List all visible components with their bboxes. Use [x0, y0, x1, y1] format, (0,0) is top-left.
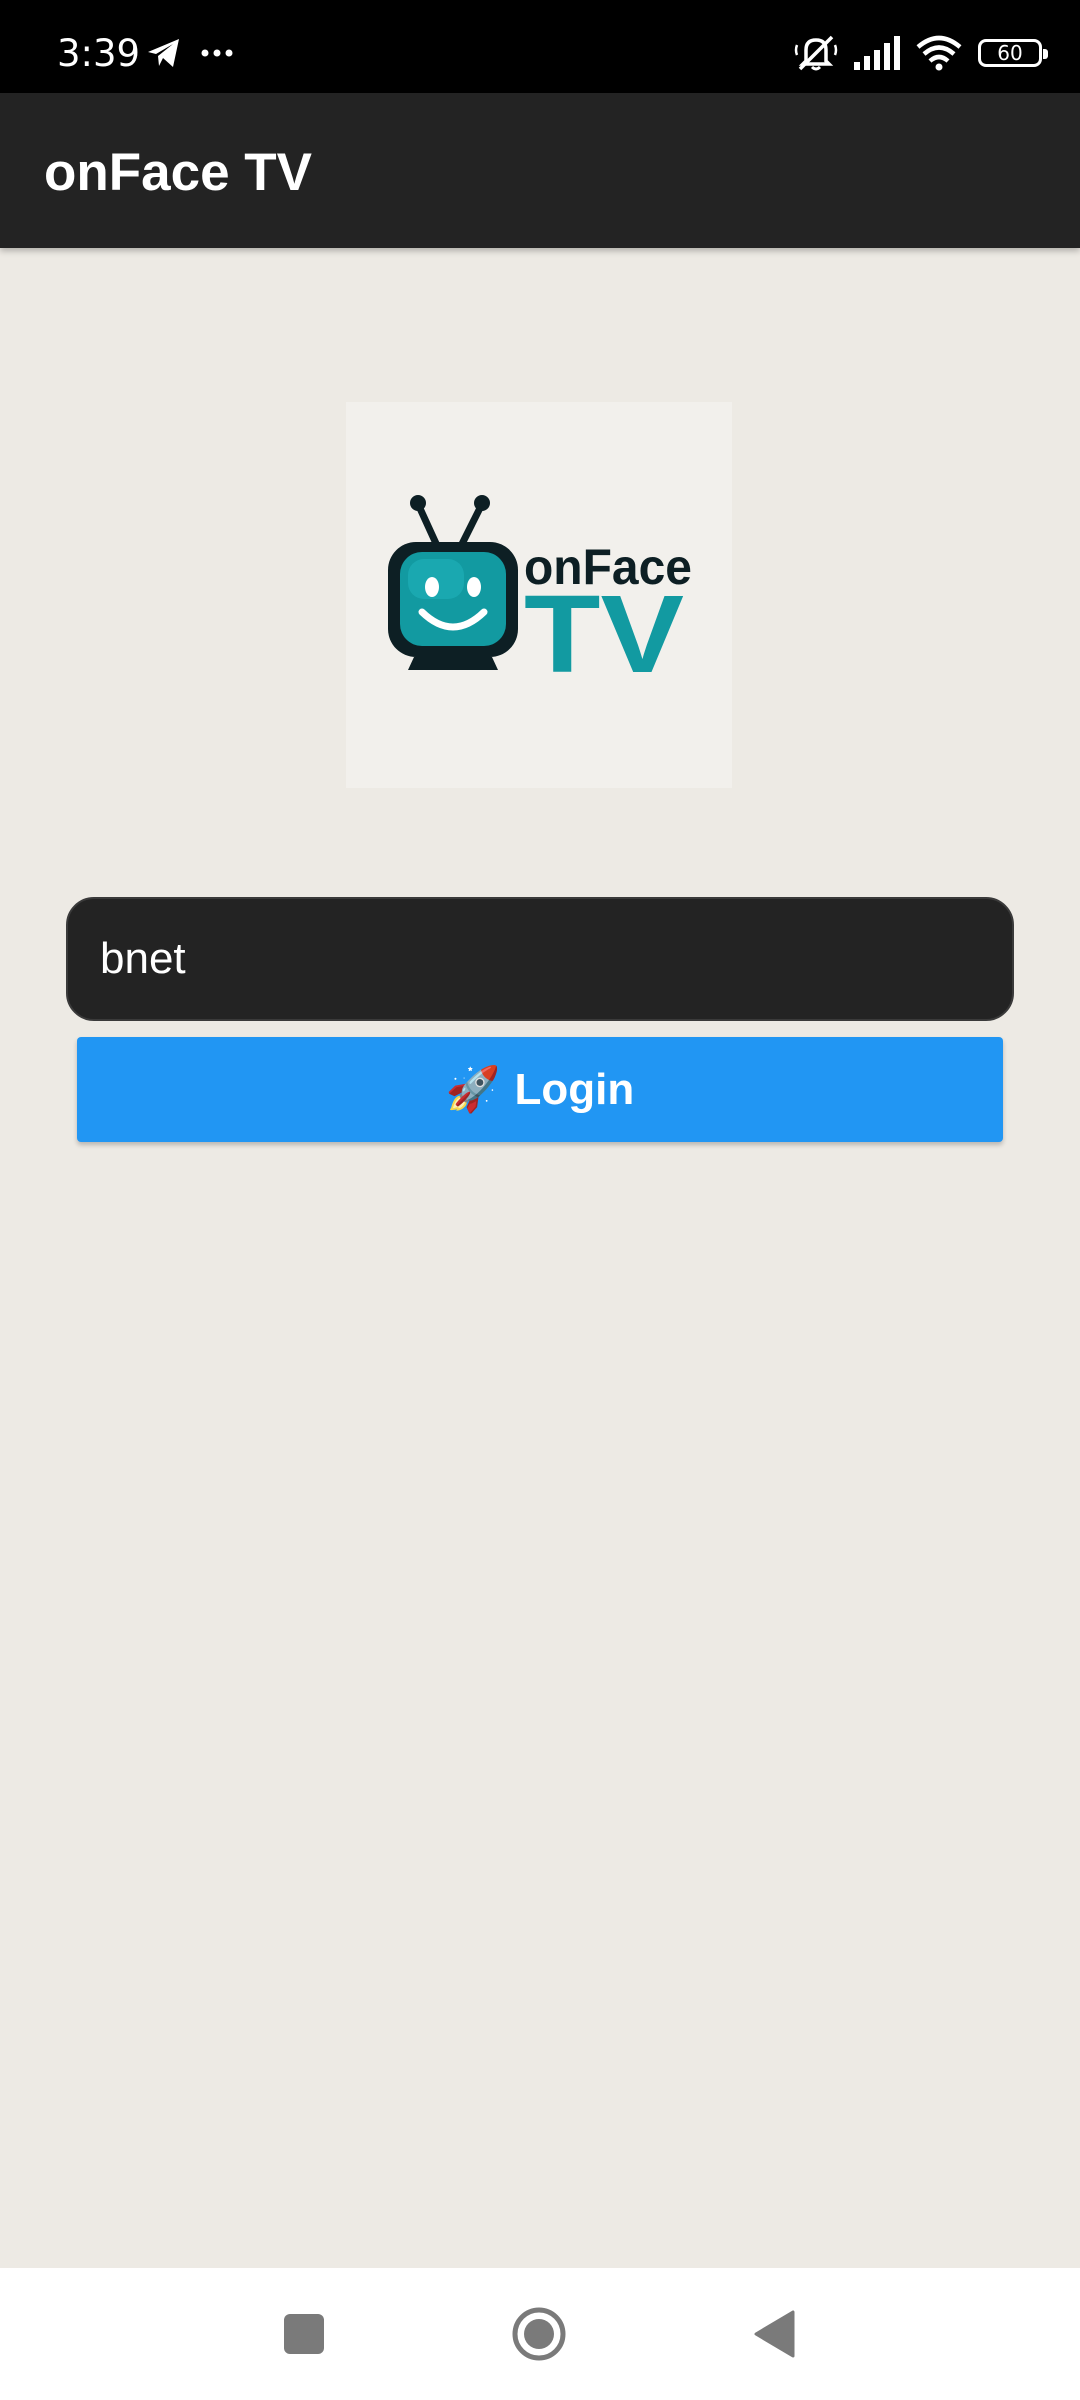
home-circle-icon [512, 2307, 566, 2361]
login-screen: 3:39 60 onFace TV onFace TV bnet 🚀 Login [0, 0, 1080, 2400]
recents-square-icon [284, 2314, 324, 2354]
status-time: 3:39 [57, 32, 141, 75]
logo-text-tv: TV [524, 573, 684, 696]
logo-wordmark: onFace TV [524, 539, 692, 696]
signal-icon [854, 36, 900, 70]
silent-bell-icon [794, 35, 838, 71]
battery-indicator: 60 [978, 39, 1048, 67]
login-button-label: Login [514, 1064, 635, 1114]
back-triangle-icon [754, 2310, 795, 2358]
server-code-input[interactable] [66, 897, 1014, 1021]
recents-button[interactable] [244, 2268, 364, 2400]
system-nav-bar [0, 2268, 1080, 2400]
battery-level: 60 [997, 41, 1023, 65]
telegram-icon [148, 39, 179, 67]
login-button[interactable]: 🚀 Login [77, 1037, 1003, 1142]
app-title: onFace TV [44, 143, 313, 202]
home-button[interactable] [479, 2268, 599, 2400]
status-left-icons [146, 33, 234, 73]
wifi-icon [916, 35, 962, 71]
app-logo: onFace TV [346, 402, 732, 788]
status-bar: 3:39 60 [0, 0, 1080, 93]
more-dots-icon [201, 49, 233, 57]
rocket-icon: 🚀 [445, 1064, 501, 1114]
status-right-icons: 60 [794, 30, 1048, 76]
back-button[interactable] [714, 2268, 834, 2400]
app-bar: onFace TV [0, 93, 1080, 248]
